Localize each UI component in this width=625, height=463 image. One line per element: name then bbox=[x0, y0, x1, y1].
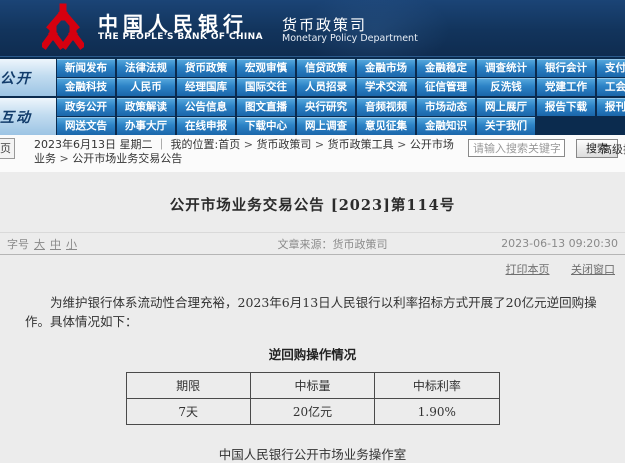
nav-item[interactable]: 下载中心 bbox=[237, 117, 295, 135]
operations-table-title: 逆回购操作情况 bbox=[0, 344, 625, 363]
nav-row: 金融科技人民币经理国库国际交往人员招录学术交流征信管理反洗钱党建工作工会工作 bbox=[57, 78, 625, 96]
breadcrumb: 2023年6月13日 星期二 ｜ 我的位置:首页 > 货币政策司 > 货币政策工… bbox=[34, 138, 464, 166]
article-paragraph: 为维护银行体系流动性合理充裕，2023年6月13日人民银行以利率招标方式开展了2… bbox=[0, 293, 625, 331]
nav-item[interactable]: 人民币 bbox=[117, 78, 175, 96]
nav-item[interactable]: 办事大厅 bbox=[117, 117, 175, 135]
source-value: 货币政策司 bbox=[333, 238, 388, 251]
nav-item[interactable]: 金融知识 bbox=[417, 117, 475, 135]
nav-item[interactable]: 银行会计 bbox=[537, 59, 595, 77]
breadcrumb-separator: > bbox=[240, 138, 256, 151]
nav-row: 新闻发布法律法规货币政策宏观审慎信贷政策金融市场金融稳定调查统计银行会计支付体系 bbox=[57, 59, 625, 77]
article-actions: 打印本页 关闭窗口 bbox=[0, 255, 625, 279]
article-meta-row: 字号大中小 文章来源：货币政策司 2023-06-13 09:20:30 bbox=[0, 232, 625, 255]
table-row: 7天20亿元1.90% bbox=[126, 399, 499, 425]
pboc-announcement-page: 中国人民银行 THE PEOPLE'S BANK OF CHINA 货币政策司 … bbox=[0, 0, 625, 463]
advanced-search-link[interactable]: 高级搜索 bbox=[601, 141, 625, 157]
table-header-cell: 期限 bbox=[126, 373, 250, 399]
table-cell: 1.90% bbox=[375, 399, 499, 425]
nav-item[interactable]: 央行研究 bbox=[297, 98, 355, 116]
article-signature: 中国人民银行公开市场业务操作室 bbox=[0, 444, 625, 463]
search-input[interactable] bbox=[468, 139, 565, 157]
nav-item[interactable]: 新闻发布 bbox=[57, 59, 115, 77]
partial-tab[interactable]: 页 bbox=[0, 138, 15, 159]
article-datetime: 2023-06-13 09:20:30 bbox=[458, 237, 618, 250]
nav-item[interactable]: 报告下载 bbox=[537, 98, 595, 116]
nav-item[interactable]: 工会工作 bbox=[597, 78, 625, 96]
table-cell: 20亿元 bbox=[250, 399, 374, 425]
article-content: 公开市场业务交易公告 [2023]第114号 字号大中小 文章来源：货币政策司 … bbox=[0, 172, 625, 463]
breadcrumb-location-label: 我的位置: bbox=[171, 138, 219, 151]
nav-item[interactable]: 金融稳定 bbox=[417, 59, 475, 77]
table-header-row: 期限中标量中标利率 bbox=[126, 373, 499, 399]
font-size-option[interactable]: 小 bbox=[66, 238, 77, 251]
breadcrumb-item[interactable]: 货币政策司 bbox=[256, 138, 311, 151]
nav-item[interactable]: 意见征集 bbox=[357, 117, 415, 135]
table-cell: 7天 bbox=[126, 399, 250, 425]
nav-item[interactable]: 人员招录 bbox=[297, 78, 355, 96]
nav-item[interactable]: 图文直播 bbox=[237, 98, 295, 116]
table-header-cell: 中标量 bbox=[250, 373, 374, 399]
nav-item[interactable]: 宏观审慎 bbox=[237, 59, 295, 77]
breadcrumb-item[interactable]: 首页 bbox=[218, 138, 240, 151]
article-source: 文章来源：货币政策司 bbox=[207, 236, 458, 252]
reverse-repo-table: 期限中标量中标利率 7天20亿元1.90% bbox=[126, 372, 500, 425]
nav-group-label-services[interactable]: 服务互动 bbox=[0, 98, 56, 135]
nav-item[interactable]: 经理国库 bbox=[177, 78, 235, 96]
nav-item[interactable]: 市场动态 bbox=[417, 98, 475, 116]
nav-item[interactable]: 关于我们 bbox=[477, 117, 535, 135]
article-title: 公开市场业务交易公告 [2023]第114号 bbox=[0, 172, 625, 215]
nav-item[interactable]: 支付体系 bbox=[597, 59, 625, 77]
nav-item[interactable]: 国际交往 bbox=[237, 78, 295, 96]
nav-item[interactable]: 在线申报 bbox=[177, 117, 235, 135]
nav-item[interactable]: 金融市场 bbox=[357, 59, 415, 77]
nav-item[interactable]: 信贷政策 bbox=[297, 59, 355, 77]
nav-group-information: 信息公开 新闻发布法律法规货币政策宏观审慎信贷政策金融市场金融稳定调查统计银行会… bbox=[0, 59, 625, 96]
nav-group-label-information[interactable]: 信息公开 bbox=[0, 59, 56, 96]
breadcrumb-bar: 页 2023年6月13日 星期二 ｜ 我的位置:首页 > 货币政策司 > 货币政… bbox=[0, 135, 625, 172]
pboc-logo-icon bbox=[42, 3, 84, 51]
table-header-cell: 中标利率 bbox=[375, 373, 499, 399]
breadcrumb-separator: > bbox=[56, 152, 72, 165]
main-navigation: 信息公开 新闻发布法律法规货币政策宏观审慎信贷政策金融市场金融稳定调查统计银行会… bbox=[0, 57, 625, 135]
font-size-option[interactable]: 中 bbox=[50, 238, 61, 251]
nav-item[interactable]: 音频视频 bbox=[357, 98, 415, 116]
font-size-control: 字号大中小 bbox=[7, 236, 207, 252]
nav-item[interactable]: 网上调查 bbox=[297, 117, 355, 135]
nav-item[interactable]: 货币政策 bbox=[177, 59, 235, 77]
site-banner: 中国人民银行 THE PEOPLE'S BANK OF CHINA 货币政策司 … bbox=[0, 0, 625, 57]
breadcrumb-item[interactable]: 公开市场业务交易公告 bbox=[72, 152, 182, 165]
nav-item[interactable]: 党建工作 bbox=[537, 78, 595, 96]
nav-item[interactable]: 金融科技 bbox=[57, 78, 115, 96]
print-page-link[interactable]: 打印本页 bbox=[506, 263, 550, 276]
breadcrumb-separator: > bbox=[311, 138, 327, 151]
breadcrumb-divider: ｜ bbox=[156, 138, 167, 151]
source-label: 文章来源： bbox=[278, 238, 333, 251]
font-size-option[interactable]: 大 bbox=[34, 238, 45, 251]
nav-item[interactable]: 反洗钱 bbox=[477, 78, 535, 96]
department-title-en: Monetary Policy Department bbox=[282, 33, 418, 44]
nav-item[interactable]: 报刊年鉴 bbox=[597, 98, 625, 116]
nav-item[interactable]: 政策解读 bbox=[117, 98, 175, 116]
nav-item[interactable]: 网送文告 bbox=[57, 117, 115, 135]
nav-item[interactable]: 调查统计 bbox=[477, 59, 535, 77]
font-size-label: 字号 bbox=[7, 238, 29, 251]
nav-item[interactable]: 学术交流 bbox=[357, 78, 415, 96]
nav-group-services: 服务互动 政务公开政策解读公告信息图文直播央行研究音频视频市场动态网上展厅报告下… bbox=[0, 98, 625, 135]
nav-item[interactable]: 征信管理 bbox=[417, 78, 475, 96]
nav-item[interactable]: 政务公开 bbox=[57, 98, 115, 116]
nav-item[interactable]: 公告信息 bbox=[177, 98, 235, 116]
bank-title-en: THE PEOPLE'S BANK OF CHINA bbox=[98, 32, 263, 42]
close-window-link[interactable]: 关闭窗口 bbox=[571, 263, 615, 276]
nav-row: 网送文告办事大厅在线申报下载中心网上调查意见征集金融知识关于我们 bbox=[57, 117, 625, 135]
nav-item[interactable]: 法律法规 bbox=[117, 59, 175, 77]
department-title-cn: 货币政策司 bbox=[282, 14, 367, 35]
nav-item[interactable]: 网上展厅 bbox=[477, 98, 535, 116]
breadcrumb-item[interactable]: 货币政策工具 bbox=[328, 138, 394, 151]
breadcrumb-date: 2023年6月13日 星期二 bbox=[34, 138, 153, 151]
breadcrumb-separator: > bbox=[394, 138, 410, 151]
nav-row: 政务公开政策解读公告信息图文直播央行研究音频视频市场动态网上展厅报告下载报刊年鉴 bbox=[57, 98, 625, 116]
